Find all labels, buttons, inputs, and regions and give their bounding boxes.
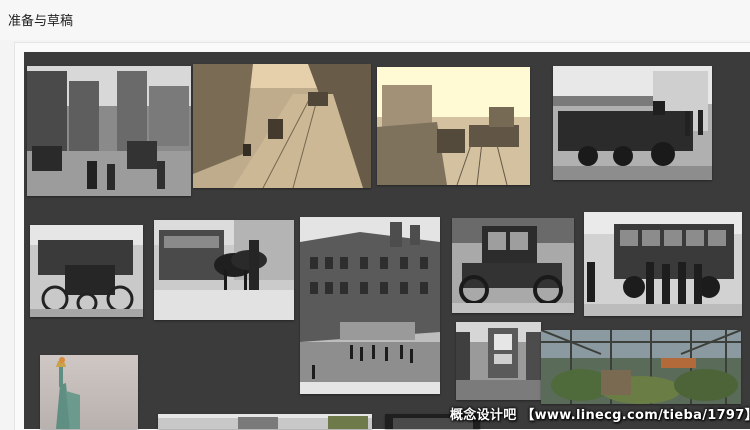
photo-street-corner-buildings[interactable] xyxy=(300,217,440,394)
page-header: 准备与草稿 xyxy=(0,0,750,40)
photo-horse-drawn-streetcar[interactable] xyxy=(154,220,294,320)
watermark-text: 概念设计吧 【www.linecg.com/tieba/1797】 xyxy=(450,408,750,423)
photo-early-motor-carriage-group[interactable] xyxy=(30,225,143,317)
photo-motor-bus-passengers[interactable] xyxy=(584,212,742,316)
photo-bottom-strip-left[interactable] xyxy=(158,414,372,429)
photo-statue-of-liberty[interactable] xyxy=(40,355,138,429)
photo-railway-yard-hillside[interactable] xyxy=(377,67,530,185)
photo-city-street-cars[interactable] xyxy=(27,66,191,196)
page-title: 准备与草稿 xyxy=(8,14,74,29)
photo-vintage-automobile[interactable] xyxy=(452,218,574,313)
photo-street-trolley-tracks[interactable] xyxy=(193,64,371,188)
photo-abandoned-greenhouse[interactable] xyxy=(541,330,741,404)
photo-steam-locomotive-station[interactable] xyxy=(553,66,712,180)
photo-ruined-theatre-marquee[interactable] xyxy=(456,322,541,400)
